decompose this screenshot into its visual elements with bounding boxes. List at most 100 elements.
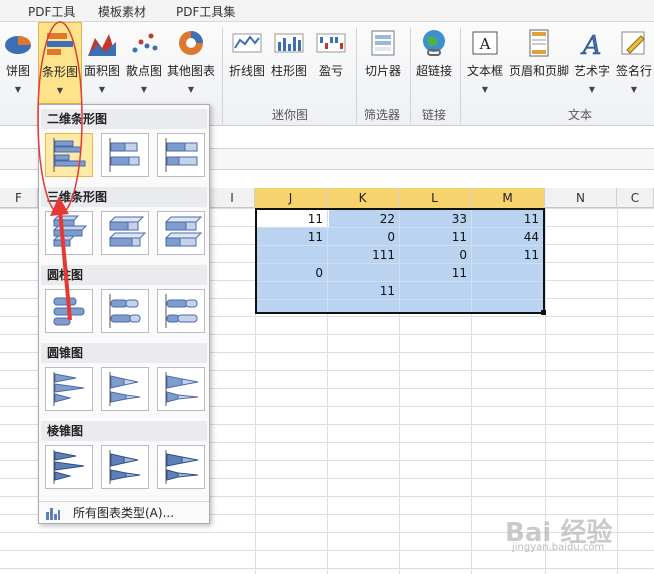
cell-l3[interactable]: 0 xyxy=(399,246,471,264)
cell-k1[interactable]: 22 xyxy=(327,210,399,228)
scatter-chart-button[interactable]: 散点图 ▼ xyxy=(124,22,164,94)
group-label-text: 文本 xyxy=(568,108,593,122)
pyramid-bar-icon xyxy=(53,450,85,484)
signature-line-button[interactable]: 签名行 ▼ xyxy=(614,22,654,94)
cylinder-percent-thumb[interactable] xyxy=(157,289,205,333)
signature-line-label: 签名行 xyxy=(615,64,652,78)
header-footer-button[interactable]: 页眉和页脚 xyxy=(508,22,570,79)
sparkline-winloss-label: 盈亏 xyxy=(318,64,343,78)
textbox-label: 文本框 xyxy=(466,64,503,78)
cell-j2[interactable]: 11 xyxy=(257,228,327,246)
scatter-chart-label: 散点图 xyxy=(125,64,162,78)
area-chart-label: 面积图 xyxy=(83,64,120,78)
3d-clustered-bar-thumb[interactable] xyxy=(45,211,93,255)
cylinder-stacked-thumb[interactable] xyxy=(101,289,149,333)
cylinder-percent-icon xyxy=(165,294,198,328)
hyperlink-button[interactable]: 超链接 xyxy=(412,22,456,79)
line-chart-icon xyxy=(232,28,262,58)
area-chart-button[interactable]: 面积图 ▼ xyxy=(83,22,121,94)
cell-m2[interactable]: 44 xyxy=(471,228,543,246)
sparkline-winloss-button[interactable]: 盈亏 xyxy=(312,22,350,79)
sparkline-line-label: 折线图 xyxy=(228,64,265,78)
column-header-l[interactable]: L xyxy=(399,188,471,208)
cell-m5[interactable] xyxy=(471,282,543,300)
scatter-chart-icon xyxy=(129,28,159,58)
cone-stacked-thumb[interactable] xyxy=(101,367,149,411)
bar-chart-gallery: 二维条形图 三维条形图 圆柱图 圆锥图 棱锥图 所有图表类型(A)... xyxy=(38,104,210,524)
column-header-i[interactable]: I xyxy=(210,188,255,208)
cylinder-clustered-thumb[interactable] xyxy=(45,289,93,333)
chart-types-icon xyxy=(45,505,61,528)
cell-j1[interactable]: 11 xyxy=(257,210,327,228)
page-icon xyxy=(524,28,554,58)
pyramid-clustered-thumb[interactable] xyxy=(45,445,93,489)
group-divider xyxy=(410,28,411,124)
fill-handle[interactable] xyxy=(541,310,546,315)
bar-chart-icon xyxy=(45,29,75,59)
pyramid-percent-thumb[interactable] xyxy=(157,445,205,489)
column-header-j[interactable]: J xyxy=(255,188,327,208)
slicer-button[interactable]: 切片器 xyxy=(360,22,406,79)
column-header-m[interactable]: M xyxy=(471,188,545,208)
pie-chart-button[interactable]: 饼图 ▼ xyxy=(0,22,36,94)
section-cone: 圆锥图 xyxy=(41,343,207,363)
tab-pdf-tools[interactable]: PDF工具 xyxy=(28,3,75,20)
chevron-down-icon: ▼ xyxy=(630,85,638,94)
cell-l4[interactable]: 11 xyxy=(399,264,471,282)
cell-j5[interactable] xyxy=(257,282,327,300)
bar-chart-label: 条形图 xyxy=(41,65,78,79)
column-header-n[interactable]: N xyxy=(545,188,617,208)
cell-k4[interactable] xyxy=(327,264,399,282)
column-header-f[interactable]: F xyxy=(0,188,38,208)
bar-chart-button[interactable]: 条形图 ▼ xyxy=(38,22,82,104)
other-charts-button[interactable]: 其他图表 ▼ xyxy=(166,22,216,94)
pie-chart-label: 饼图 xyxy=(5,64,30,78)
column-header-k[interactable]: K xyxy=(327,188,399,208)
hyperlink-label: 超链接 xyxy=(415,64,452,78)
textbox-icon: A xyxy=(470,28,500,58)
winloss-chart-icon xyxy=(316,28,346,58)
3d-stacked-bar-thumb[interactable] xyxy=(101,211,149,255)
cell-k2[interactable]: 0 xyxy=(327,228,399,246)
all-chart-types-button[interactable]: 所有图表类型(A)... xyxy=(39,501,209,523)
cell-k3[interactable]: 111 xyxy=(327,246,399,264)
chevron-down-icon: ▼ xyxy=(98,85,106,94)
cell-l1[interactable]: 33 xyxy=(399,210,471,228)
selected-range[interactable]: 11 22 33 11 11 0 11 44 111 0 11 0 11 11 xyxy=(255,208,545,314)
tab-template-assets[interactable]: 模板素材 xyxy=(98,3,146,20)
area-chart-icon xyxy=(87,28,117,58)
chevron-down-icon: ▼ xyxy=(187,85,195,94)
clustered-bar-thumb[interactable] xyxy=(45,133,93,177)
cell-m1[interactable]: 11 xyxy=(471,210,543,228)
pyramid-stacked-thumb[interactable] xyxy=(101,445,149,489)
cell-m3[interactable]: 11 xyxy=(471,246,543,264)
pyramid-percent-icon xyxy=(165,450,199,484)
cone-percent-thumb[interactable] xyxy=(157,367,205,411)
slicer-icon xyxy=(368,28,398,58)
column-header-o[interactable]: C xyxy=(617,188,654,208)
textbox-button[interactable]: A 文本框 ▼ xyxy=(464,22,506,94)
menu-tab-bar: PDF工具 模板素材 PDF工具集 xyxy=(0,0,654,22)
cell-l2[interactable]: 11 xyxy=(399,228,471,246)
cell-j3[interactable] xyxy=(257,246,327,264)
cell-l5[interactable] xyxy=(399,282,471,300)
chevron-down-icon: ▼ xyxy=(588,85,596,94)
cell-m4[interactable] xyxy=(471,264,543,282)
other-charts-label: 其他图表 xyxy=(166,64,215,78)
3d-percent-stacked-bar-thumb[interactable] xyxy=(157,211,205,255)
grid-line xyxy=(617,208,618,574)
cell-j4[interactable]: 0 xyxy=(257,264,327,282)
sparkline-column-button[interactable]: 柱形图 xyxy=(270,22,308,79)
stacked-bar-thumb[interactable] xyxy=(101,133,149,177)
slicer-label: 切片器 xyxy=(364,64,401,78)
pyramid-stacked-icon xyxy=(109,450,141,484)
sparkline-line-button[interactable]: 折线图 xyxy=(228,22,266,79)
section-cylinder: 圆柱图 xyxy=(41,265,207,285)
wordart-button[interactable]: A 艺术字 ▼ xyxy=(572,22,612,94)
cell-k5[interactable]: 11 xyxy=(327,282,399,300)
wordart-label: 艺术字 xyxy=(573,64,610,78)
tab-pdf-toolset[interactable]: PDF工具集 xyxy=(176,3,235,20)
group-label-links: 链接 xyxy=(422,108,447,122)
percent-stacked-bar-thumb[interactable] xyxy=(157,133,205,177)
cone-clustered-thumb[interactable] xyxy=(45,367,93,411)
